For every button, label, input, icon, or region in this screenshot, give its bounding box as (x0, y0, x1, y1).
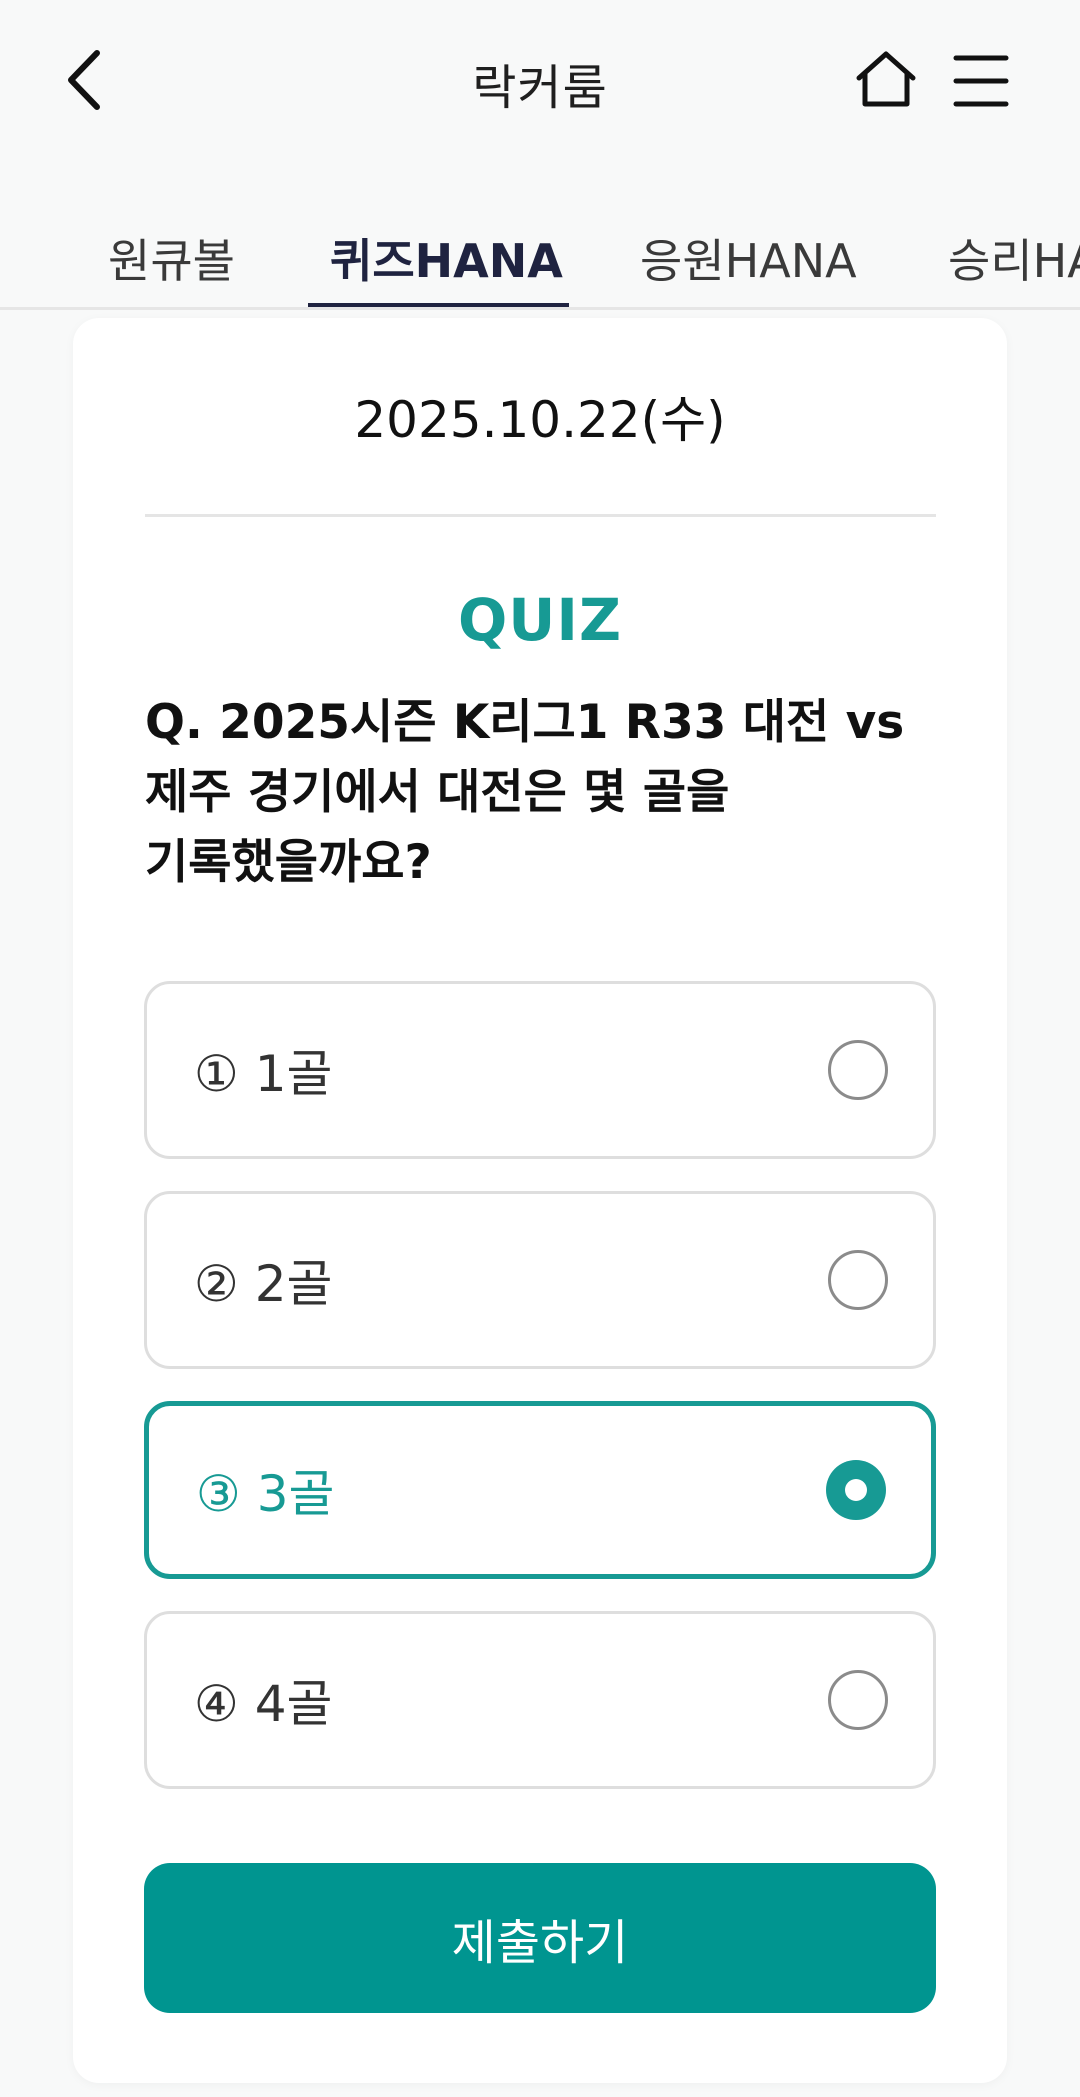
answer-option-2[interactable]: ② 2골 (144, 1191, 936, 1369)
quiz-section-label: QUIZ (457, 586, 623, 654)
answer-option-label: ④ 4골 (194, 1675, 333, 1733)
divider (145, 514, 936, 517)
app-header: 락커룸 (0, 0, 1080, 165)
tab-onecue-ball[interactable]: 원큐볼 (108, 225, 235, 291)
hamburger-menu-icon (953, 55, 1009, 107)
answer-option-label: ③ 3골 (196, 1465, 335, 1523)
tab-victory-hana[interactable]: 승리HANA (948, 225, 1080, 291)
radio-button-selected[interactable] (826, 1460, 886, 1520)
tab-bar: 원큐볼 퀴즈HANA 응원HANA 승리HANA (0, 205, 1080, 310)
radio-button[interactable] (828, 1670, 888, 1730)
radio-button[interactable] (828, 1040, 888, 1100)
answer-option-1[interactable]: ① 1골 (144, 981, 936, 1159)
answer-option-3[interactable]: ③ 3골 (144, 1401, 936, 1579)
tab-cheer-hana[interactable]: 응원HANA (640, 225, 857, 291)
menu-button[interactable] (953, 52, 1009, 110)
quiz-card: 2025.10.22(수) QUIZ Q. 2025시즌 K리그1 R33 대전… (73, 318, 1007, 2083)
answer-option-label: ② 2골 (194, 1255, 333, 1313)
submit-button[interactable]: 제출하기 (144, 1863, 936, 2013)
home-button[interactable] (853, 48, 919, 114)
quiz-date: 2025.10.22(수) (354, 391, 726, 449)
radio-button[interactable] (828, 1250, 888, 1310)
active-tab-indicator (308, 303, 569, 307)
quiz-question: Q. 2025시즌 K리그1 R33 대전 vs 제주 경기에서 대전은 몇 골… (145, 695, 905, 890)
answer-option-4[interactable]: ④ 4골 (144, 1611, 936, 1789)
home-icon (856, 51, 916, 107)
answer-option-label: ① 1골 (194, 1045, 333, 1103)
tab-quiz-hana[interactable]: 퀴즈HANA (330, 225, 563, 291)
